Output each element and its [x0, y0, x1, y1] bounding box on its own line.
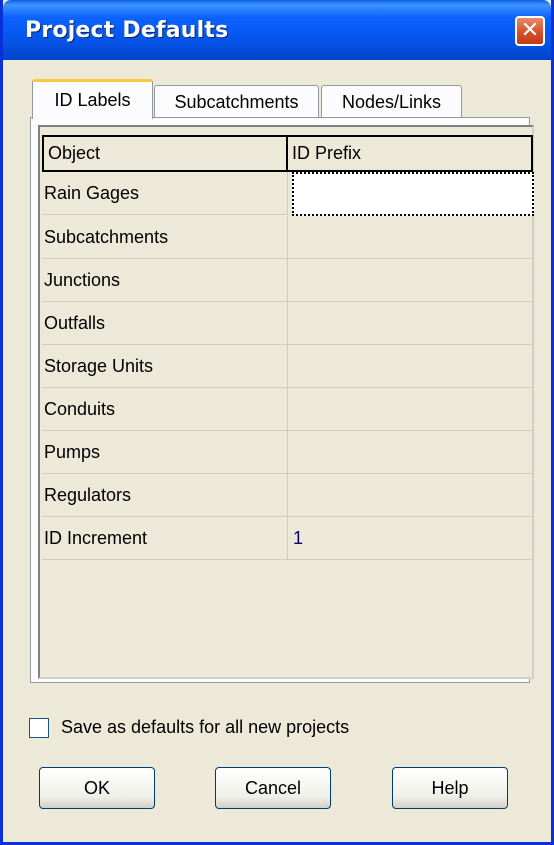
close-icon[interactable]: ✕	[515, 16, 545, 46]
row-label: Conduits	[42, 388, 288, 431]
id-prefix-cell[interactable]	[288, 216, 534, 259]
title-bar[interactable]: Project Defaults ✕	[3, 0, 551, 60]
grid-row[interactable]: Pumps	[42, 431, 534, 474]
grid-row[interactable]: Junctions	[42, 259, 534, 302]
save-defaults-label[interactable]: Save as defaults for all new projects	[61, 717, 349, 738]
id-prefix-cell[interactable]	[288, 345, 534, 388]
column-header-object: Object	[42, 135, 288, 172]
tab-nodes-links[interactable]: Nodes/Links	[321, 85, 462, 118]
tab-id-labels[interactable]: ID Labels	[32, 79, 153, 119]
help-button[interactable]: Help	[392, 767, 508, 809]
row-label: Pumps	[42, 431, 288, 474]
save-defaults-checkbox[interactable]	[29, 718, 49, 738]
row-label: ID Increment	[42, 517, 288, 560]
id-prefix-grid[interactable]: Object ID Prefix Rain Gages Subcatchment…	[38, 125, 534, 679]
cancel-button[interactable]: Cancel	[215, 767, 331, 809]
grid-row[interactable]: Subcatchments	[42, 216, 534, 259]
grid-header-row: Object ID Prefix	[42, 135, 538, 172]
dialog-window: Project Defaults ✕ ID Labels Subcatchmen…	[0, 0, 554, 845]
id-prefix-cell[interactable]	[288, 431, 534, 474]
tab-subcatchments[interactable]: Subcatchments	[154, 85, 319, 118]
row-label: Storage Units	[42, 345, 288, 388]
column-header-id-prefix: ID Prefix	[288, 135, 533, 172]
grid-row[interactable]: Outfalls	[42, 302, 534, 345]
id-increment-cell[interactable]: 1	[288, 517, 534, 560]
row-label: Outfalls	[42, 302, 288, 345]
id-prefix-cell[interactable]	[288, 259, 534, 302]
row-label: Regulators	[42, 474, 288, 517]
id-prefix-cell[interactable]	[288, 302, 534, 345]
ok-button[interactable]: OK	[39, 767, 155, 809]
grid-row[interactable]: Rain Gages	[42, 172, 534, 216]
grid-row[interactable]: Regulators	[42, 474, 534, 517]
row-label: Junctions	[42, 259, 288, 302]
grid-row[interactable]: ID Increment 1	[42, 517, 534, 560]
grid-row[interactable]: Conduits	[42, 388, 534, 431]
id-prefix-cell[interactable]	[288, 388, 534, 431]
grid-row[interactable]: Storage Units	[42, 345, 534, 388]
dialog-title: Project Defaults	[25, 18, 229, 43]
id-prefix-cell[interactable]	[288, 474, 534, 517]
row-label: Subcatchments	[42, 216, 288, 259]
id-prefix-input[interactable]	[292, 172, 534, 216]
row-label: Rain Gages	[42, 172, 288, 215]
